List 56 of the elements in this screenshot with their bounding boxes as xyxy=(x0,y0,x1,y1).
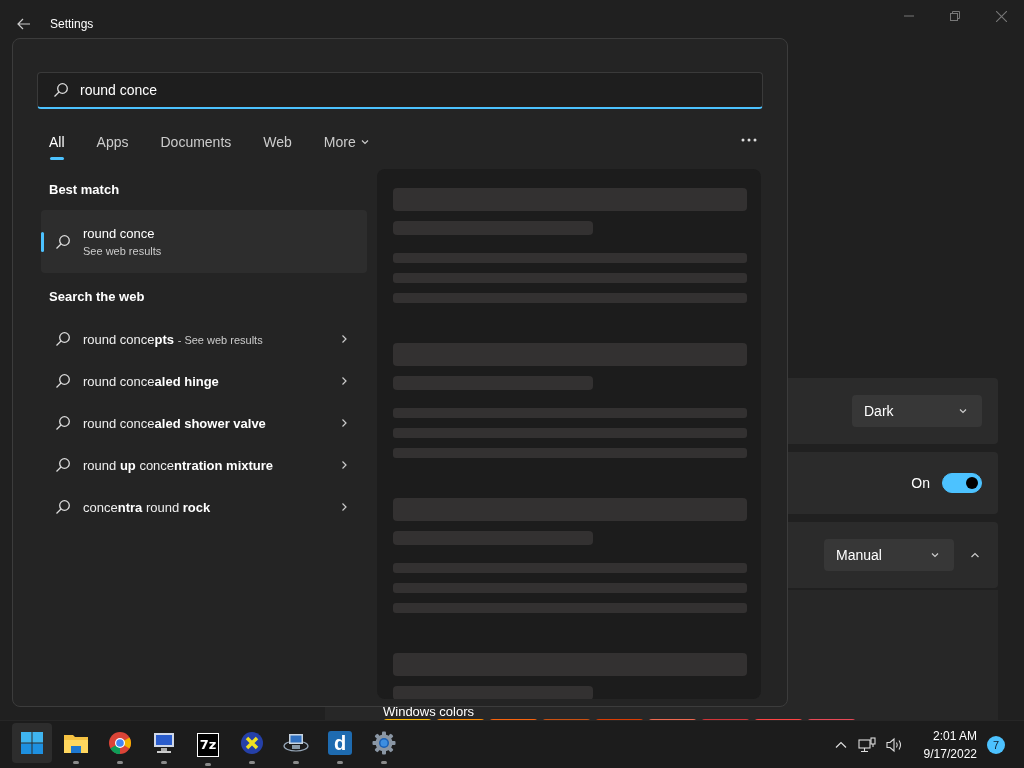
browser-icon xyxy=(108,730,132,755)
app-letter-icon: d xyxy=(328,730,352,755)
search-icon xyxy=(55,415,71,431)
result-subtitle: See web results xyxy=(83,245,162,257)
network-icon[interactable] xyxy=(857,736,876,753)
chevron-right-icon xyxy=(339,418,349,428)
volume-icon[interactable] xyxy=(885,736,904,753)
taskbar-app-button[interactable]: 7z xyxy=(188,722,228,767)
search-tab[interactable]: Documents xyxy=(152,128,240,162)
web-suggestion[interactable]: round up concentration mixture xyxy=(83,457,327,473)
clock-time[interactable]: 2:01 AM xyxy=(932,728,977,743)
close-icon xyxy=(995,10,1007,22)
window-title: Settings xyxy=(50,17,94,31)
app-tile-icon: 7z xyxy=(197,732,219,757)
search-icon xyxy=(55,233,71,250)
taskbar-app-button[interactable] xyxy=(12,722,52,763)
web-suggestion[interactable]: concentra round rock xyxy=(83,499,327,515)
search-tab[interactable]: All xyxy=(41,128,73,162)
notification-badge[interactable]: 7 xyxy=(987,735,1005,754)
chevron-down-icon xyxy=(930,550,940,560)
chevron-right-icon xyxy=(339,460,349,470)
toggle-switch[interactable] xyxy=(942,473,982,493)
dropdown-button[interactable]: Dark xyxy=(852,395,982,427)
search-tab[interactable]: Apps xyxy=(88,128,137,162)
best-match-item[interactable]: round conce See web results xyxy=(41,210,367,273)
cross-icon xyxy=(240,730,264,755)
search-field[interactable]: round conce xyxy=(37,72,763,109)
search-tab[interactable]: More xyxy=(315,128,378,162)
search-icon xyxy=(55,373,71,389)
taskbar-app-button[interactable]: d xyxy=(320,722,360,767)
toggle-state-label: On xyxy=(911,475,930,491)
web-suggestion[interactable]: round concealed hinge xyxy=(83,373,327,389)
web-suggestion[interactable]: round concepts - See web results xyxy=(83,331,327,347)
section-heading: Search the web xyxy=(49,289,146,304)
chevron-down-icon xyxy=(958,406,968,416)
settings-icon xyxy=(372,730,396,755)
search-icon xyxy=(55,499,71,515)
chevron-down-icon xyxy=(359,137,370,147)
windows-logo-icon xyxy=(20,730,44,755)
search-icon xyxy=(55,331,71,347)
chevron-right-icon xyxy=(339,376,349,386)
chevron-right-icon xyxy=(339,334,349,344)
back-arrow-icon[interactable] xyxy=(16,16,32,32)
section-heading: Best match xyxy=(49,182,121,197)
search-icon xyxy=(55,457,71,473)
chevron-right-icon xyxy=(339,502,349,512)
search-tab[interactable]: Web xyxy=(255,128,300,162)
monitor-icon xyxy=(152,730,176,755)
clock-date[interactable]: 9/17/2022 xyxy=(923,746,977,761)
result-title: round conce xyxy=(83,226,156,241)
section-title: Windows colors xyxy=(383,705,476,718)
chevron-up-icon xyxy=(970,550,980,560)
web-suggestion[interactable]: round concealed shower valve xyxy=(83,415,327,431)
search-icon xyxy=(53,82,69,98)
restore-icon xyxy=(950,11,960,21)
dropdown-button[interactable]: Manual xyxy=(824,539,954,571)
